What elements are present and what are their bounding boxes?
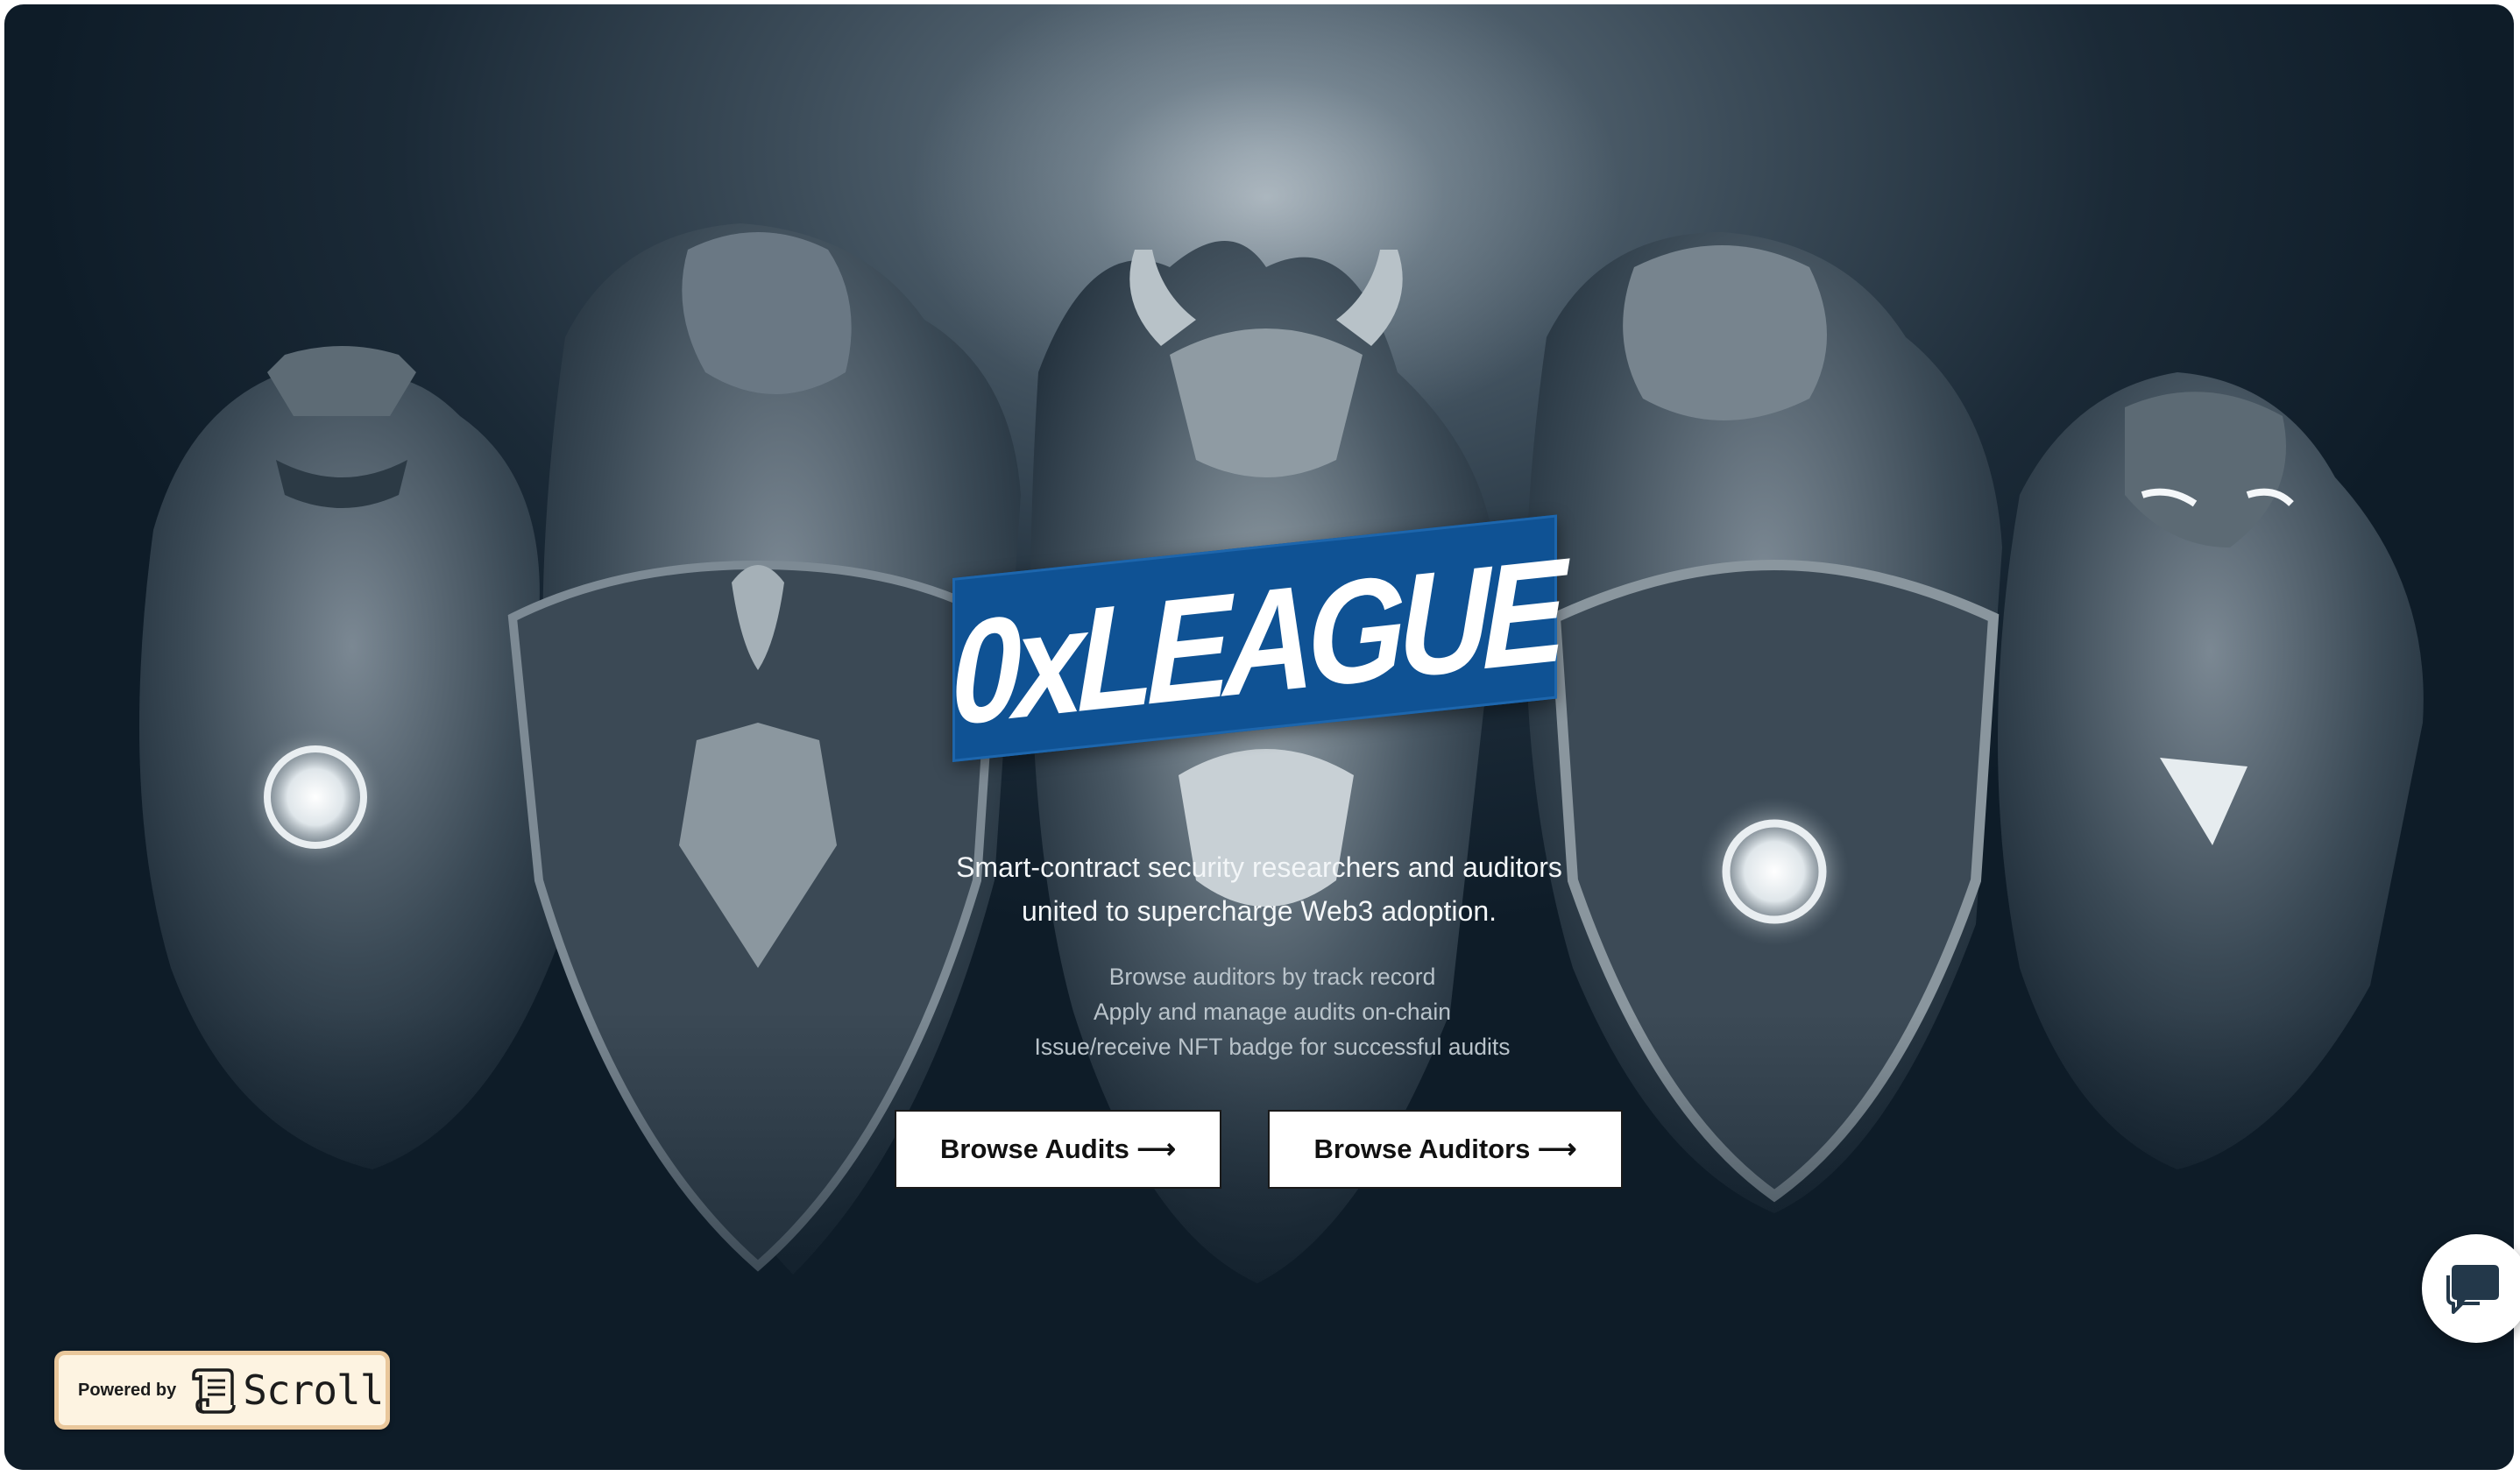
feature-item: Issue/receive NFT badge for successful a… (1034, 1034, 1511, 1060)
powered-by-scroll-badge[interactable]: Powered by Scroll (54, 1351, 390, 1430)
feature-item: Browse auditors by track record (1108, 964, 1436, 990)
browse-audits-button[interactable]: Browse Audits ⟶ (895, 1110, 1221, 1189)
scroll-icon (192, 1368, 237, 1414)
feature-list: Browse auditors by track record Apply an… (4, 959, 2514, 1064)
chat-button[interactable] (2422, 1234, 2520, 1343)
tagline-line-1: Smart-contract security researchers and … (956, 851, 1562, 883)
scroll-brand-text: Scroll (243, 1367, 384, 1414)
hero-artwork (4, 223, 2514, 1470)
powered-by-label: Powered by (78, 1380, 177, 1400)
browse-auditors-button[interactable]: Browse Auditors ⟶ (1268, 1110, 1623, 1189)
hero-section: 0xLEAGUE Smart-contract security researc… (4, 4, 2514, 1470)
chat-bubble-icon (2446, 1265, 2499, 1314)
tagline-line-2: united to supercharge Web3 adoption. (1021, 895, 1497, 927)
tagline: Smart-contract security researchers and … (4, 845, 2514, 933)
feature-item: Apply and manage audits on-chain (1093, 999, 1452, 1025)
